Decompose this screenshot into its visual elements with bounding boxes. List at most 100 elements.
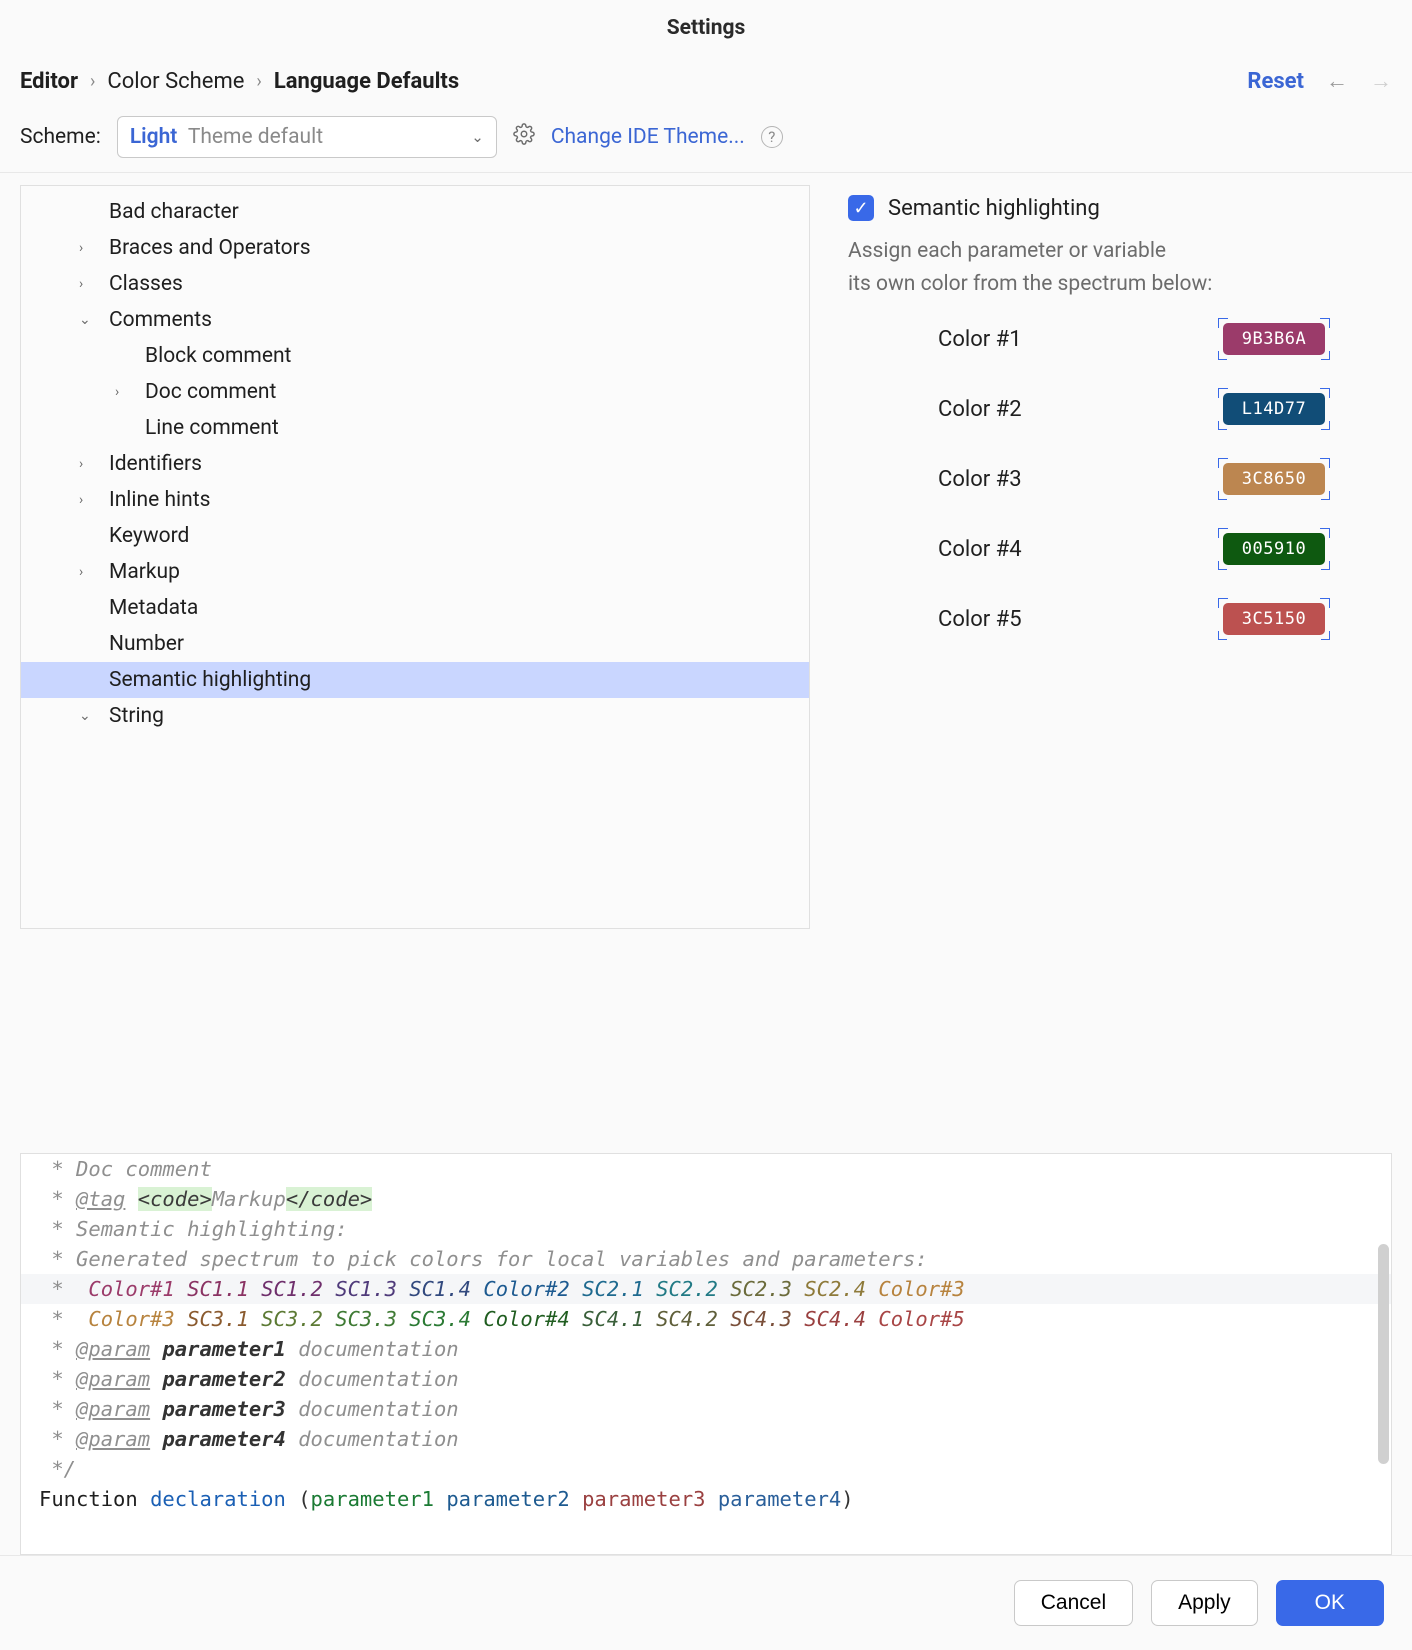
code-line: Function declaration (parameter1 paramet… [21,1484,1391,1514]
breadcrumb-colorscheme[interactable]: Color Scheme [107,69,244,94]
chevron-down-icon[interactable]: ⌄ [79,708,91,724]
tree-item-label: Block comment [145,344,291,368]
color-label: Color #5 [938,607,1022,632]
code-line: * @tag <code>Markup</code> [21,1184,1391,1214]
tree-item-label: Semantic highlighting [109,668,311,692]
tree-item[interactable]: Metadata [21,590,809,626]
breadcrumb-sep: › [90,71,95,92]
color-label: Color #1 [938,327,1022,352]
tree-item[interactable]: › Markup [21,554,809,590]
tree-item-label: Metadata [109,596,198,620]
change-theme-link[interactable]: Change IDE Theme... [551,125,745,149]
cancel-button[interactable]: Cancel [1014,1580,1133,1626]
scheme-suffix: Theme default [188,125,323,149]
code-line: * Color#3 SC3.1 SC3.2 SC3.3 SC3.4 Color#… [21,1304,1391,1334]
tree-item-label: Inline hints [109,488,210,512]
tree-item-label: Keyword [109,524,189,548]
tree-item-label: String [109,704,164,728]
back-arrow-icon[interactable]: ← [1326,68,1348,94]
code-preview: * Doc comment * @tag <code>Markup</code>… [20,1153,1392,1555]
color-swatch-wrap[interactable]: 005910 [1220,530,1328,568]
color-swatch-wrap[interactable]: 9B3B6A [1220,320,1328,358]
tree-item[interactable]: › Inline hints [21,482,809,518]
tree-item-label: Line comment [145,416,279,440]
color-label: Color #4 [938,537,1022,562]
chevron-right-icon[interactable]: › [79,240,83,256]
tree-item[interactable]: Semantic highlighting [21,662,809,698]
tree-item[interactable]: Bad character [21,194,809,230]
tree-item[interactable]: › Braces and Operators [21,230,809,266]
chevron-down-icon[interactable]: ⌄ [79,312,91,328]
apply-button[interactable]: Apply [1151,1580,1258,1626]
scrollbar[interactable] [1378,1244,1389,1464]
tree-item-label: Identifiers [109,452,202,476]
tree-item-label: Number [109,632,184,656]
scheme-dropdown[interactable]: Light Theme default ⌄ [117,116,497,158]
semantic-checkbox-label: Semantic highlighting [888,196,1100,221]
tree-item[interactable]: ⌄ String [21,698,809,734]
tree-item-label: Bad character [109,200,239,224]
tree-item-label: Doc comment [145,380,276,404]
color-swatch-wrap[interactable]: L14D77 [1220,390,1328,428]
color-swatch[interactable]: 9B3B6A [1223,323,1325,355]
code-line: * Doc comment [21,1154,1391,1184]
code-line: * Semantic highlighting: [21,1214,1391,1244]
color-swatch[interactable]: L14D77 [1223,393,1325,425]
breadcrumb: Editor › Color Scheme › Language Default… [20,69,459,94]
tree-item[interactable]: › Classes [21,266,809,302]
semantic-description: Assign each parameter or variable its ow… [848,235,1392,300]
tree-item[interactable]: Block comment [21,338,809,374]
chevron-right-icon[interactable]: › [79,564,83,580]
code-line: * Color#1 SC1.1 SC1.2 SC1.3 SC1.4 Color#… [21,1274,1391,1304]
tree-item[interactable]: ⌄ Comments [21,302,809,338]
tree-item[interactable]: Number [21,626,809,662]
code-line: * @param parameter2 documentation [21,1364,1391,1394]
chevron-right-icon[interactable]: › [79,492,83,508]
window-title: Settings [20,16,1392,40]
color-label: Color #3 [938,467,1022,492]
color-row: Color #1 9B3B6A [938,320,1328,358]
tree-item-label: Classes [109,272,183,296]
code-line: * @param parameter3 documentation [21,1394,1391,1424]
category-tree[interactable]: Bad character › Braces and Operators › Class… [20,185,810,929]
breadcrumb-sep: › [256,71,261,92]
tree-item[interactable]: Line comment [21,410,809,446]
code-line: */ [21,1454,1391,1484]
scheme-label: Scheme: [20,125,101,149]
settings-window: Settings Editor › Color Scheme › Languag… [0,0,1412,1650]
reset-link[interactable]: Reset [1247,69,1304,94]
color-label: Color #2 [938,397,1022,422]
gear-icon[interactable] [513,123,535,151]
code-line: * @param parameter4 documentation [21,1424,1391,1454]
color-swatch[interactable]: 3C5150 [1223,603,1325,635]
tree-item[interactable]: Keyword [21,518,809,554]
help-icon[interactable]: ? [761,126,783,148]
color-swatch-wrap[interactable]: 3C8650 [1220,460,1328,498]
color-row: Color #4 005910 [938,530,1328,568]
ok-button[interactable]: OK [1276,1580,1384,1626]
chevron-right-icon[interactable]: › [115,384,119,400]
chevron-right-icon[interactable]: › [79,276,83,292]
scheme-name: Light [130,125,178,149]
chevron-down-icon: ⌄ [471,128,484,146]
color-row: Color #3 3C8650 [938,460,1328,498]
color-swatch[interactable]: 005910 [1223,533,1325,565]
color-row: Color #5 3C5150 [938,600,1328,638]
forward-arrow-icon: → [1370,68,1392,94]
tree-item-label: Comments [109,308,212,332]
color-row: Color #2 L14D77 [938,390,1328,428]
tree-item-label: Markup [109,560,180,584]
code-line: * Generated spectrum to pick colors for … [21,1244,1391,1274]
tree-item-label: Braces and Operators [109,236,311,260]
tree-item[interactable]: › Identifiers [21,446,809,482]
breadcrumb-editor[interactable]: Editor [20,69,78,94]
color-swatch-wrap[interactable]: 3C5150 [1220,600,1328,638]
tree-item[interactable]: › Doc comment [21,374,809,410]
color-swatch[interactable]: 3C8650 [1223,463,1325,495]
dialog-footer: Cancel Apply OK [0,1555,1412,1650]
code-line: * @param parameter1 documentation [21,1334,1391,1364]
spectrum-color-list: Color #1 9B3B6A Color #2 L14D77 Color #3 3C86… [848,320,1392,638]
chevron-right-icon[interactable]: › [79,456,83,472]
breadcrumb-languagedefaults[interactable]: Language Defaults [274,69,459,94]
semantic-checkbox[interactable]: ✓ [848,195,874,221]
